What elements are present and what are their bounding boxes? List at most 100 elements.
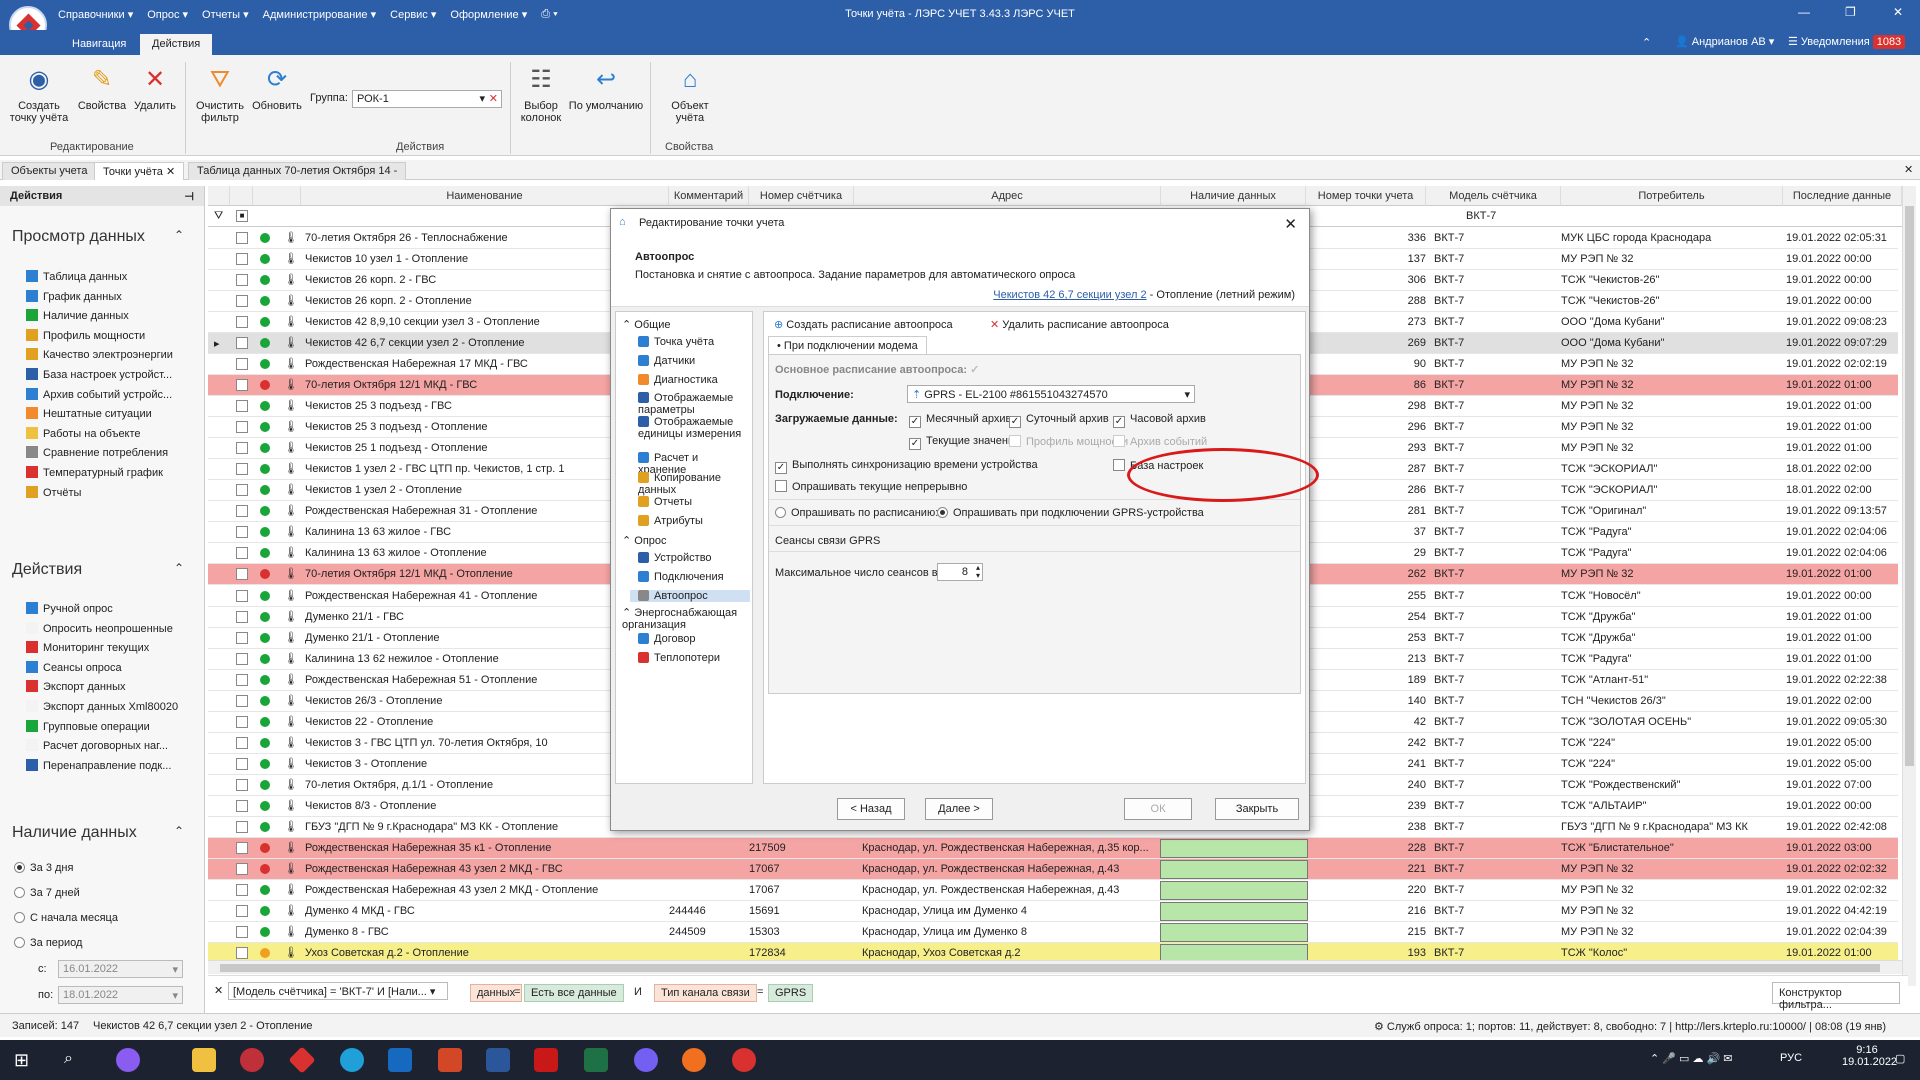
table-row[interactable]: 🌡 Рождественская Набережная 43 узел 2 МКД… bbox=[208, 858, 1898, 880]
row-checkbox[interactable] bbox=[236, 547, 248, 560]
refresh-button[interactable]: ⟳ Обновить bbox=[250, 66, 304, 113]
user-menu[interactable]: 👤 Андрианов АВ ▾ bbox=[1675, 35, 1774, 48]
to-date-field[interactable]: 18.01.2022 ▾ bbox=[58, 986, 183, 1004]
nav-item[interactable]: Автоопрос bbox=[630, 590, 750, 602]
excel-icon[interactable] bbox=[584, 1048, 608, 1072]
grid-header-cell[interactable]: Наличие данных bbox=[1161, 186, 1306, 206]
collapse-icon[interactable]: ⌃ bbox=[174, 824, 184, 838]
scroll-thumb[interactable] bbox=[1905, 206, 1914, 766]
dropdown-arrow-icon[interactable]: ▾ bbox=[479, 92, 485, 105]
next-button[interactable]: Далее > bbox=[925, 798, 993, 820]
row-checkbox[interactable] bbox=[236, 400, 248, 413]
row-checkbox[interactable] bbox=[236, 904, 248, 917]
row-checkbox[interactable] bbox=[236, 568, 248, 581]
row-checkbox[interactable] bbox=[236, 505, 248, 518]
pdf-icon[interactable] bbox=[534, 1048, 558, 1072]
viber-icon[interactable] bbox=[634, 1048, 658, 1072]
filter-expression[interactable]: [Модель счётчика] = 'ВКТ-7' И [Нали... ▾ bbox=[228, 982, 448, 1000]
row-checkbox[interactable] bbox=[236, 526, 248, 539]
nav-item[interactable]: Договор bbox=[638, 633, 748, 645]
view-item[interactable]: База настроек устройст... bbox=[26, 368, 172, 381]
sync-time-checkbox[interactable]: ✓ Выполнять синхронизацию времени устройс… bbox=[775, 459, 1038, 474]
row-checkbox[interactable] bbox=[236, 484, 248, 497]
collapse-icon[interactable]: ⌃ bbox=[622, 607, 634, 619]
view-item[interactable]: Отчёты bbox=[26, 485, 81, 499]
row-checkbox[interactable] bbox=[236, 253, 248, 266]
row-checkbox[interactable] bbox=[236, 715, 248, 728]
on-connect-radio[interactable]: Опрашивать при подключении GPRS-устройст… bbox=[937, 507, 1204, 519]
avail-period[interactable]: За период bbox=[14, 937, 82, 949]
dropdown-arrow-icon[interactable]: ▾ bbox=[172, 989, 178, 1002]
doc-tab-objects[interactable]: Объекты учета bbox=[2, 162, 97, 180]
row-checkbox[interactable] bbox=[236, 337, 248, 350]
row-checkbox[interactable] bbox=[236, 442, 248, 455]
properties-button[interactable]: ✎ Свойства bbox=[76, 66, 128, 113]
grid-header-cell[interactable]: Адрес bbox=[854, 186, 1161, 206]
row-checkbox[interactable] bbox=[236, 421, 248, 434]
row-checkbox[interactable] bbox=[236, 232, 248, 244]
nav-item[interactable]: Копирование данных bbox=[638, 472, 748, 496]
filter-chip-all-data[interactable]: Есть все данные bbox=[524, 984, 624, 1002]
table-row[interactable]: 🌡 Рождественская Набережная 43 узел 2 МКД… bbox=[208, 880, 1898, 901]
row-checkbox[interactable] bbox=[236, 631, 248, 644]
lers-app-icon[interactable] bbox=[288, 1046, 316, 1074]
close-window-icon[interactable]: ✕ bbox=[1893, 5, 1903, 19]
nav-item[interactable]: Атрибуты bbox=[638, 515, 748, 527]
grid-header-cell[interactable]: Потребитель bbox=[1561, 186, 1783, 206]
windows-start-icon[interactable]: ⊞ bbox=[14, 1050, 29, 1071]
notifications-button[interactable]: ☰ Уведомления 1083 bbox=[1788, 35, 1906, 49]
collapse-icon[interactable]: ⌃ bbox=[622, 319, 634, 331]
action-item[interactable]: Ручной опрос bbox=[26, 602, 113, 615]
close-filter-icon[interactable]: ✕ bbox=[214, 984, 223, 997]
grid-header-cell[interactable]: Последние данные bbox=[1783, 186, 1902, 206]
point-link[interactable]: Чекистов 42 6,7 секции узел 2 bbox=[993, 289, 1146, 301]
table-row[interactable]: 🌡 Думенко 4 МКД - ГВС 244446 15691 Краснодар… bbox=[208, 901, 1898, 922]
actions-section-header[interactable]: Действия ⌃ bbox=[12, 561, 184, 579]
row-checkbox[interactable] bbox=[236, 736, 248, 749]
nav-group-general[interactable]: ⌃ Общие bbox=[622, 318, 670, 331]
action-center-icon[interactable]: ▢ bbox=[1895, 1052, 1905, 1065]
tab-on-modem-connect[interactable]: • При подключении модема bbox=[768, 336, 927, 354]
avail-month-start[interactable]: С начала месяца bbox=[14, 912, 118, 924]
filter-chip-gprs[interactable]: GPRS bbox=[768, 984, 814, 1002]
filter-icon[interactable]: ⛛ bbox=[214, 210, 223, 223]
table-row[interactable]: 🌡 Думенко 8 - ГВС 244509 15303 Краснодар, Ул… bbox=[208, 922, 1898, 943]
table-row[interactable]: 🌡 Рождественская Набережная 35 к1 - Отопл… bbox=[208, 837, 1898, 859]
action-item[interactable]: Перенаправление подк... bbox=[26, 758, 171, 772]
nav-group-poll[interactable]: ⌃ Опрос bbox=[622, 534, 667, 547]
filter-chip-channel[interactable]: Тип канала связи bbox=[654, 984, 757, 1002]
row-checkbox[interactable] bbox=[236, 589, 248, 602]
tab-navigation[interactable]: Навигация bbox=[60, 34, 138, 55]
powerpoint-icon[interactable] bbox=[438, 1048, 462, 1072]
clear-group-icon[interactable]: ✕ bbox=[489, 92, 498, 105]
view-item[interactable]: Профиль мощности bbox=[26, 328, 145, 342]
action-item[interactable]: Групповые операции bbox=[26, 719, 150, 733]
action-item[interactable]: Сеансы опроса bbox=[26, 660, 122, 674]
nav-group-energy[interactable]: ⌃ Энергоснабжающая организация bbox=[622, 606, 752, 631]
vertical-scrollbar[interactable] bbox=[1902, 186, 1916, 986]
row-checkbox[interactable] bbox=[236, 463, 248, 476]
collapse-ribbon-icon[interactable]: ⌃ bbox=[1642, 36, 1651, 49]
nav-item[interactable]: Отчеты bbox=[638, 496, 748, 508]
row-checkbox[interactable] bbox=[236, 694, 248, 707]
spinner-arrows-icon[interactable]: ▴ ▾ bbox=[976, 564, 980, 580]
monthly-archive-checkbox[interactable]: ✓ Месячный архив bbox=[909, 413, 1011, 428]
row-checkbox[interactable] bbox=[236, 841, 248, 854]
scroll-thumb[interactable] bbox=[220, 964, 1880, 972]
outlook-icon[interactable] bbox=[388, 1048, 412, 1072]
row-checkbox[interactable] bbox=[236, 820, 248, 833]
from-date-field[interactable]: 16.01.2022 ▾ bbox=[58, 960, 183, 978]
horizontal-scrollbar[interactable] bbox=[208, 960, 1902, 974]
view-item[interactable]: Таблица данных bbox=[26, 270, 127, 283]
row-checkbox[interactable] bbox=[236, 673, 248, 686]
delete-button[interactable]: ✕ Удалить bbox=[130, 66, 180, 113]
current-values-checkbox[interactable]: ✓ Текущие значения bbox=[909, 435, 1020, 450]
word-icon[interactable] bbox=[486, 1048, 510, 1072]
row-checkbox[interactable] bbox=[236, 862, 248, 875]
edge-icon[interactable] bbox=[340, 1048, 364, 1072]
clear-filter-button[interactable]: ⛛ Очистить фильтр bbox=[190, 66, 250, 125]
language-indicator[interactable]: РУС bbox=[1780, 1052, 1802, 1064]
nav-item[interactable]: Отображаемые параметры bbox=[638, 392, 748, 416]
doc-tab-points[interactable]: Точки учёта ✕ bbox=[94, 162, 185, 180]
yandex-icon[interactable] bbox=[732, 1048, 756, 1072]
